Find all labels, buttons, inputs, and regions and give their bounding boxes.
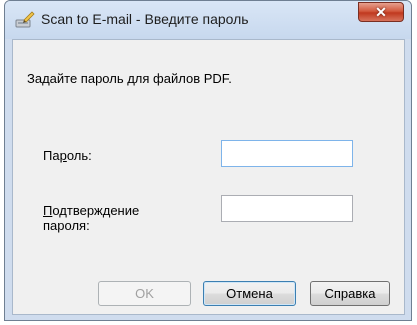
window-title: Scan to E-mail - Введите пароль — [41, 11, 249, 27]
title-bar[interactable]: Scan to E-mail - Введите пароль ✕ — [5, 1, 411, 39]
close-icon: ✕ — [375, 3, 387, 20]
help-button[interactable]: Справка — [310, 281, 390, 306]
confirm-password-input[interactable] — [221, 195, 353, 222]
instruction-text: Задайте пароль для файлов PDF. — [27, 71, 232, 86]
ok-button[interactable]: OK — [98, 281, 191, 306]
close-button[interactable]: ✕ — [358, 2, 404, 22]
password-label: Пароль: — [43, 148, 92, 163]
dialog-window: Scan to E-mail - Введите пароль ✕ Задайт… — [4, 0, 412, 321]
dialog-content: Задайте пароль для файлов PDF. Пароль: П… — [12, 39, 405, 315]
password-input[interactable] — [221, 140, 353, 167]
scanner-pencil-icon — [15, 11, 35, 29]
cancel-button[interactable]: Отмена — [203, 281, 296, 306]
confirm-password-label: Подтверждение пароля: — [43, 203, 140, 233]
